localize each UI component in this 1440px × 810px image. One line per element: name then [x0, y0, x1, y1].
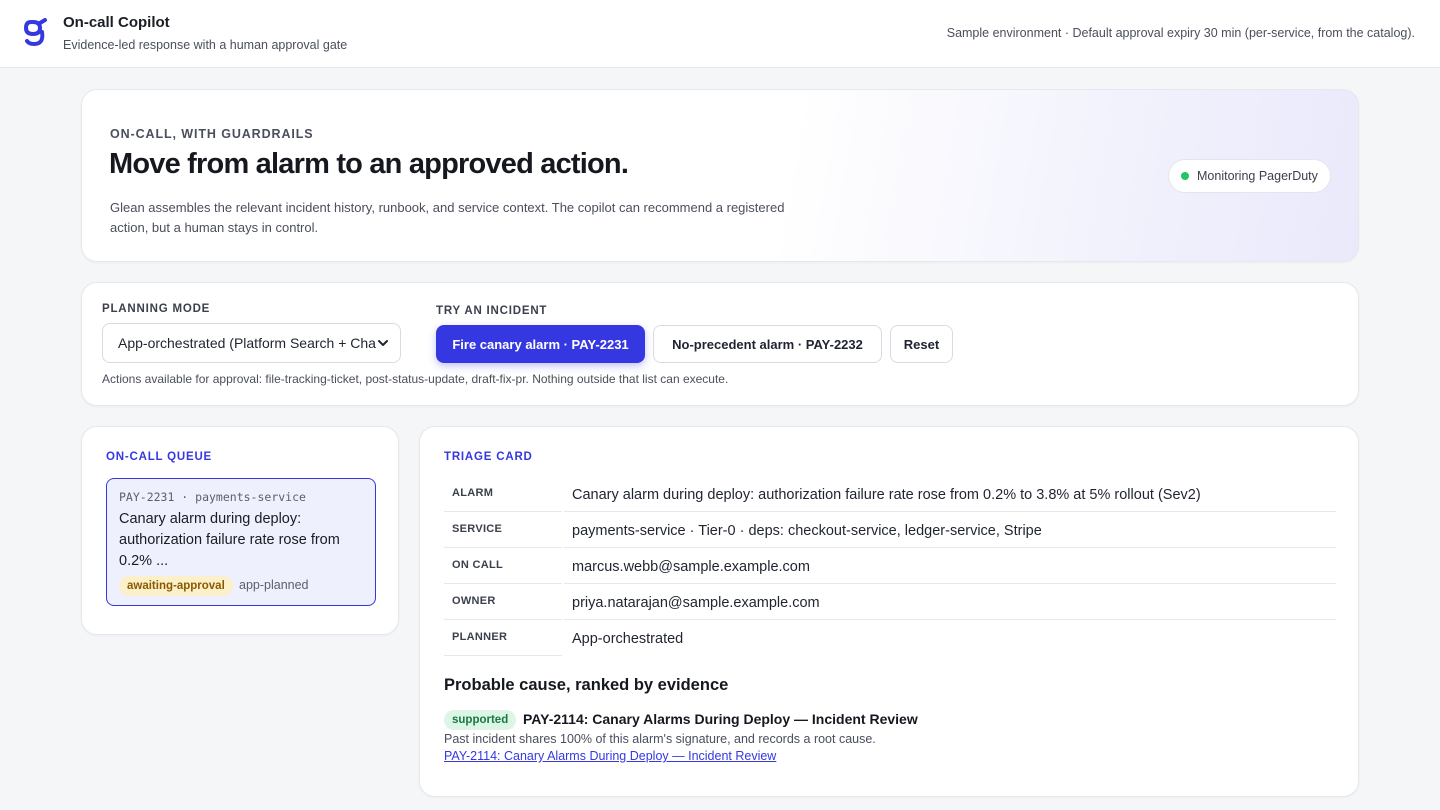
status-dot-icon	[1181, 172, 1189, 180]
hero-card: ON-CALL, WITH GUARDRAILS Move from alarm…	[81, 89, 1359, 262]
monitoring-status-pill: Monitoring PagerDuty	[1168, 159, 1331, 193]
status-badge: awaiting-approval	[119, 576, 233, 596]
try-incident-label: TRY AN INCIDENT	[436, 305, 548, 317]
table-row: OWNER priya.natarajan@sample.example.com	[444, 584, 1336, 620]
cause-description: Past incident shares 100% of this alarm'…	[444, 732, 876, 746]
hero-eyebrow: ON-CALL, WITH GUARDRAILS	[110, 127, 314, 141]
row-key: ON CALL	[452, 559, 503, 571]
table-row: ON CALL marcus.webb@sample.example.com	[444, 548, 1336, 584]
table-row: ALARM Canary alarm during deploy: author…	[444, 476, 1336, 512]
table-row: SERVICE payments-service · Tier-0 · deps…	[444, 512, 1336, 548]
table-row: PLANNER App-orchestrated	[444, 620, 1336, 656]
triage-card: TRIAGE CARD ALARM Canary alarm during de…	[419, 426, 1359, 797]
triage-label: TRIAGE CARD	[444, 451, 533, 463]
top-bar: On-call Copilot Evidence-led response wi…	[0, 0, 1440, 68]
cause-name: PAY-2114: Canary Alarms During Deploy — …	[523, 711, 918, 727]
planning-mode-value: App-orchestrated (Platform Search + Chat…	[118, 335, 376, 351]
row-key: PLANNER	[452, 631, 508, 643]
queue-item[interactable]: PAY-2231 · payments-service Canary alarm…	[106, 478, 376, 606]
row-value: priya.natarajan@sample.example.com	[572, 595, 820, 611]
row-value: marcus.webb@sample.example.com	[572, 559, 810, 575]
hero-title: Move from alarm to an approved action.	[109, 148, 629, 180]
hero-description: Glean assembles the relevant incident hi…	[110, 200, 785, 235]
row-key: SERVICE	[452, 523, 503, 535]
app-title: On-call Copilot	[63, 14, 170, 31]
row-key: OWNER	[452, 595, 496, 607]
monitoring-status-label: Monitoring PagerDuty	[1197, 169, 1318, 183]
glean-logo-icon	[24, 18, 47, 47]
row-key: ALARM	[452, 487, 494, 499]
chevron-down-icon	[378, 340, 388, 346]
row-value: Canary alarm during deploy: authorizatio…	[572, 487, 1201, 503]
app-subtitle: Evidence-led response with a human appro…	[63, 38, 348, 52]
no-precedent-alarm-button[interactable]: No-precedent alarm · PAY-2232	[653, 325, 882, 363]
reset-button[interactable]: Reset	[890, 325, 953, 363]
row-value: payments-service · Tier-0 · deps: checko…	[572, 523, 1042, 539]
queue-item-title: Canary alarm during deploy: authorizatio…	[119, 511, 340, 569]
queue-label: ON-CALL QUEUE	[106, 451, 213, 463]
probable-cause-title: Probable cause, ranked by evidence	[444, 676, 729, 694]
planning-mode-select[interactable]: App-orchestrated (Platform Search + Chat…	[102, 323, 401, 363]
planning-mode-label: PLANNING MODE	[102, 303, 211, 315]
queue-item-id: PAY-2231 · payments-service	[119, 490, 306, 504]
on-call-queue-card: ON-CALL QUEUE PAY-2231 · payments-servic…	[81, 426, 399, 635]
row-value: App-orchestrated	[572, 631, 684, 647]
supported-badge: supported	[444, 710, 517, 730]
actions-available-note: Actions available for approval: file-tra…	[102, 372, 729, 386]
incident-review-link[interactable]: PAY-2114: Canary Alarms During Deploy — …	[444, 749, 776, 763]
environment-note: Sample environment · Default approval ex…	[946, 26, 1415, 40]
triage-details-table: ALARM Canary alarm during deploy: author…	[444, 476, 1336, 656]
fire-canary-alarm-button[interactable]: Fire canary alarm · PAY-2231	[436, 325, 645, 363]
controls-card: PLANNING MODE App-orchestrated (Platform…	[81, 282, 1359, 406]
planner-tag: app-planned	[239, 578, 309, 592]
